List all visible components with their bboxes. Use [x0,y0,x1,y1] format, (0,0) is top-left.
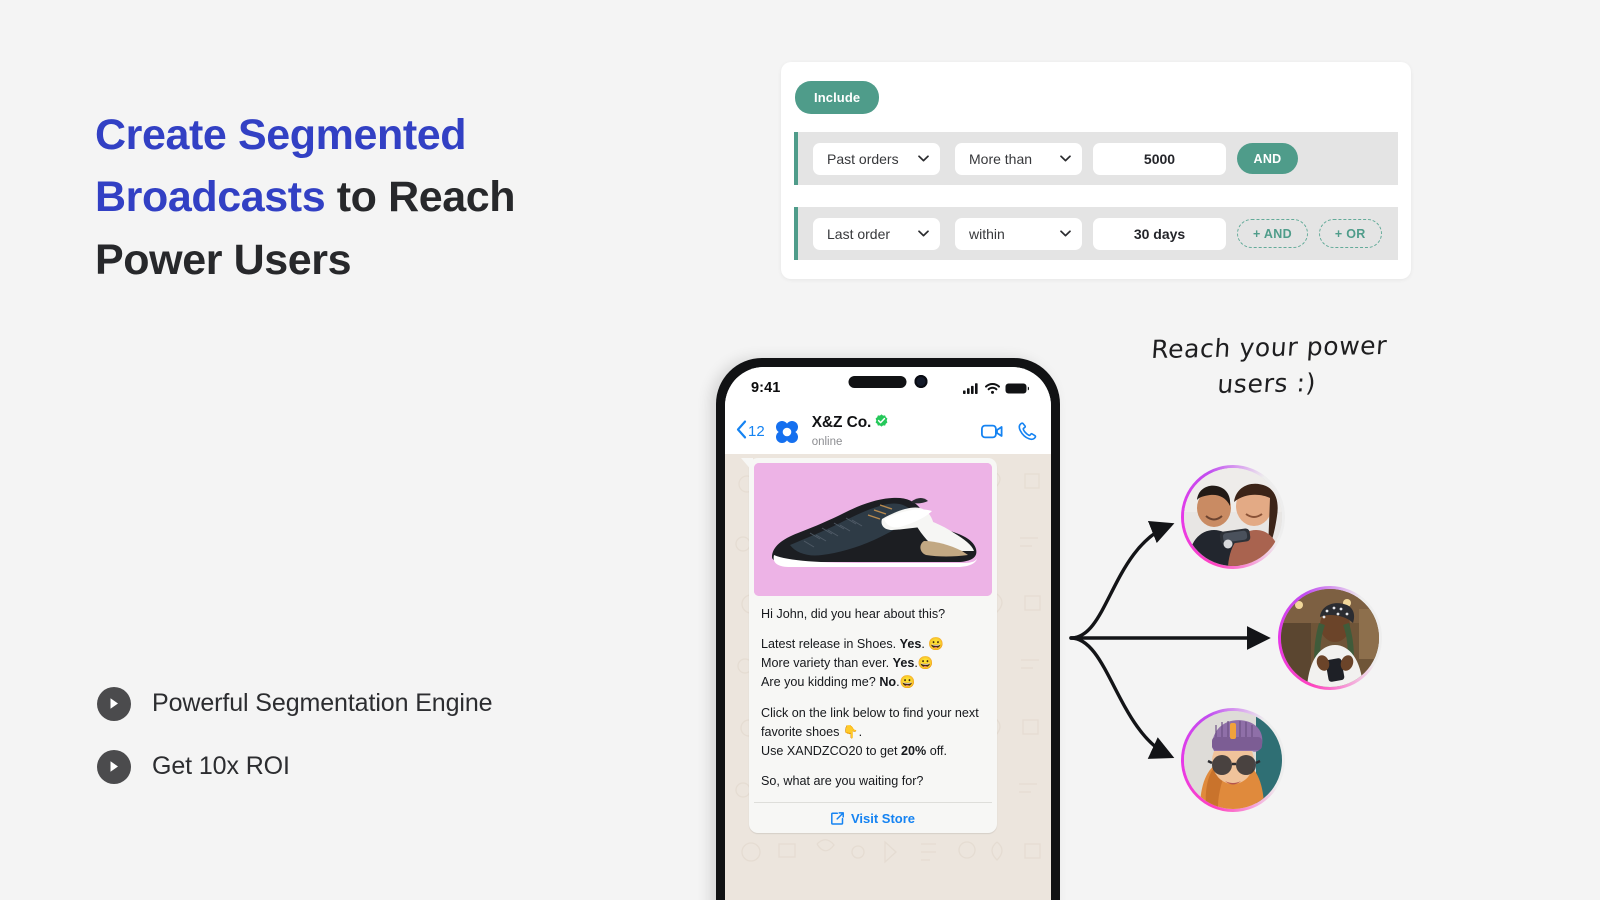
condition-operator-select[interactable]: More than [955,142,1082,175]
condition-field-select[interactable]: Past orders [813,142,940,175]
cellular-icon [963,382,980,394]
feature-item-label: Get 10x ROI [152,752,290,780]
play-circle-icon [97,686,131,721]
add-or-condition-button[interactable]: + OR [1318,219,1382,248]
message-paragraph-features: Latest release in Shoes. Yes. 😀 More vari… [761,637,945,690]
front-camera-icon [914,375,928,388]
condition-row-2: Last order within 30 days + AND + OR [794,207,1398,260]
brand-avatar-icon [776,420,799,443]
recipient-avatar-1[interactable] [1181,465,1285,569]
external-link-icon [831,811,844,825]
chevron-down-icon [1060,230,1071,237]
message-paragraph-greeting: Hi John, did you hear about this? [761,607,946,621]
chat-conversation: Hi John, did you hear about this? Latest… [725,454,1051,900]
phone-mockup: 9:41 12 X&Z Co. online Hi John, did you … [716,358,1060,900]
sneaker-product-image[interactable] [754,463,992,596]
condition-value-input[interactable]: 30 days [1093,217,1226,250]
contact-avatar[interactable] [771,416,803,447]
phone-screen: 9:41 12 X&Z Co. online Hi John, did you … [725,367,1051,900]
status-bar-icons [963,382,1029,394]
back-button[interactable]: 12 [736,420,765,444]
condition-operator-select[interactable]: within [955,217,1082,250]
play-circle-icon [97,749,131,784]
wifi-icon [985,382,1000,394]
contact-info: X&Z Co. online [812,414,981,450]
recipient-avatar-2[interactable] [1278,586,1382,690]
chevron-left-icon [736,420,747,444]
headline-line2-rest: to Reach [325,173,516,222]
headline-line1: Create Segmented [95,111,467,159]
condition-field-select[interactable]: Last order [813,217,940,250]
feature-item-roi: Get 10x ROI [97,735,492,798]
verified-badge-icon [875,413,888,432]
dynamic-island [848,375,928,388]
add-and-condition-button[interactable]: + AND [1237,219,1308,248]
feature-item-label: Powerful Segmentation Engine [152,689,493,717]
condition-operator-value: within [969,225,1005,242]
chevron-down-icon [918,230,929,237]
recipient-avatar-3[interactable] [1181,708,1285,812]
condition-field-value: Past orders [827,150,899,167]
segment-builder-card: Include Past orders More than 5000 AND L… [781,62,1411,279]
condition-logic-and-button[interactable]: AND [1237,143,1298,174]
recipient-avatar-3-photo [1184,711,1282,809]
back-unread-count: 12 [748,423,765,440]
chat-message-bubble: Hi John, did you hear about this? Latest… [741,458,997,834]
chat-header-actions [981,422,1037,441]
message-paragraph-offer: Click on the link below to find your nex… [761,705,979,758]
speaker-pill-icon [848,375,907,388]
status-bar-time: 9:41 [751,380,781,396]
feature-list: Powerful Segmentation Engine Get 10x ROI [97,672,493,798]
contact-status: online [811,435,843,448]
battery-icon [1005,383,1029,394]
headline-line2-highlight: Broadcasts [95,173,326,222]
broadcast-recipients [1060,440,1420,830]
status-bar: 9:41 [725,367,1051,409]
condition-value-input[interactable]: 5000 [1093,142,1226,175]
recipient-avatar-1-photo [1184,468,1282,566]
promo-graphic-root: Create Segmented Broadcasts to Reach Pow… [0,0,1600,900]
contact-name-row: X&Z Co. [812,414,981,432]
message-paragraph-closing: So, what are you waiting for? [761,773,924,788]
headline-line3: Power Users [95,235,352,284]
message-text: Hi John, did you hear about this? Latest… [754,596,992,802]
chevron-down-icon [1060,155,1071,162]
condition-field-value: Last order [827,225,891,242]
annotation-line-1: Reach your power [1150,330,1389,365]
condition-row-1: Past orders More than 5000 AND [794,132,1398,185]
visit-store-label: Visit Store [850,810,916,826]
annotation-line-2: users :) [1216,367,1318,399]
handwritten-annotation: Reach your power users :) [1125,328,1410,404]
visit-store-button[interactable]: Visit Store [754,802,992,833]
phone-icon[interactable] [1018,422,1037,441]
condition-operator-value: More than [969,150,1033,167]
page-title: Create Segmented Broadcasts to Reach Pow… [95,104,655,291]
include-toggle[interactable]: Include [795,81,880,114]
recipient-avatar-2-photo [1281,589,1379,687]
feature-item-segmentation: Powerful Segmentation Engine [97,672,493,735]
contact-name: X&Z Co. [811,413,872,431]
chevron-down-icon [918,155,929,162]
video-camera-icon[interactable] [981,424,1003,439]
chat-header: 12 X&Z Co. online [725,409,1051,454]
